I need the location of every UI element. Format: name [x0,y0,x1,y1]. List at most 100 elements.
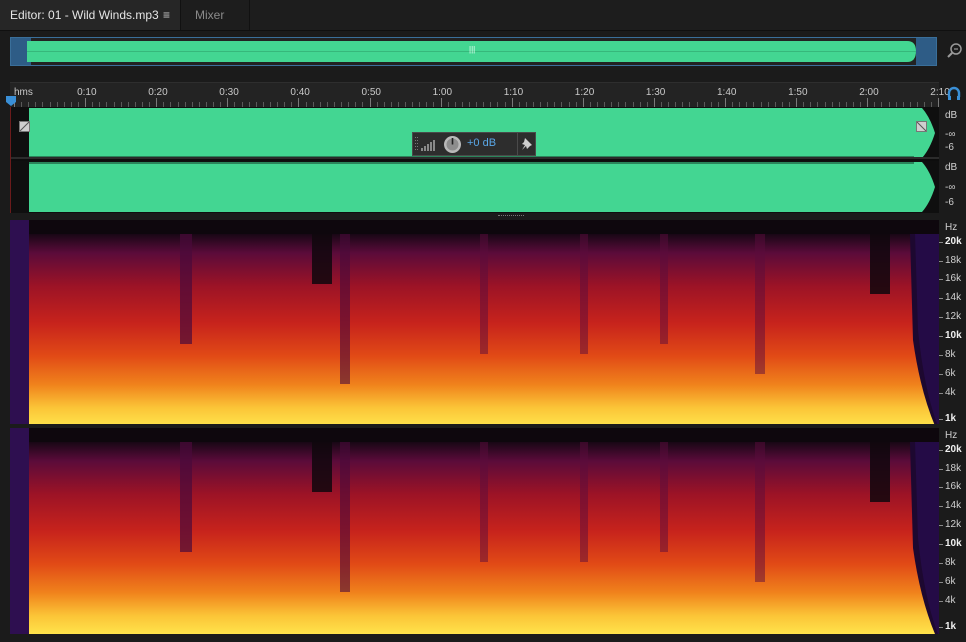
hud-separator [517,133,518,155]
ruler-label: 0:50 [361,87,381,98]
hz-label: 14k [945,292,962,303]
tab-bar: Editor: 01 - Wild Winds.mp3 ≡ Mixer [0,0,966,31]
ruler-label: 1:40 [717,87,737,98]
hz-label: 14k [945,500,962,511]
hz-tick [939,242,943,243]
hz-label: 18k [945,255,962,266]
volume-hud[interactable]: +0 dB [412,132,536,156]
hz-tick [939,355,943,356]
hz-tick [939,544,943,545]
hz-tick [939,582,943,583]
hz-label: 20k [945,236,962,247]
hz-tick [939,563,943,564]
pin-icon[interactable] [521,137,533,151]
hz-tick [939,419,943,420]
hz-label: 12k [945,311,962,322]
fade-out-handle[interactable] [916,121,927,132]
db-label-6-left: -6 [945,142,954,153]
overview-center-marker[interactable]: ||| [469,45,475,54]
view-splitter[interactable] [10,213,939,219]
hz-label: 1k [945,413,957,424]
time-ruler[interactable]: hms 0:10 0:20 0:30 0:40 0:50 1:00 1:10 1:20 1:30 1… [10,82,950,107]
hz-tick [939,261,943,262]
hz-label: 10k [945,330,962,341]
ruler-major-tick [867,98,869,107]
volume-value[interactable]: +0 dB [467,137,496,149]
spectrogram-overlay-right [10,428,939,634]
ruler-major-tick [156,98,158,107]
ruler-major-tick [582,98,584,107]
hz-label: 8k [945,349,956,360]
ruler-major-tick [653,98,655,107]
hz-label: 4k [945,387,956,398]
spectral-display-right[interactable] [10,428,939,634]
hz-label: Hz [945,430,958,441]
hz-tick [939,317,943,318]
ruler-label: 1:00 [432,87,453,98]
db-unit-label-right: dB [945,162,958,173]
loop-playback-icon[interactable] [946,86,962,102]
hz-label: 1k [945,621,957,632]
fade-in-icon [20,122,29,131]
db-label-6-right: -6 [945,197,954,208]
hz-tick [939,525,943,526]
waveform-left-edge [10,107,11,213]
volume-knob-icon[interactable] [443,135,462,154]
tab-menu-icon[interactable]: ≡ [163,0,170,30]
hz-label: 8k [945,557,956,568]
ruler-major-tick [938,98,940,107]
ruler-label: 1:50 [788,87,808,98]
ruler-label: 0:10 [77,87,97,98]
hz-tick [939,393,943,394]
level-meter-icon [421,140,435,151]
hz-label: 20k [945,444,962,455]
hz-tick [939,469,943,470]
ruler-major-tick [511,98,513,107]
waveform-display[interactable] [10,107,939,213]
hz-scale-left: Hz 20k 18k 16k 14k 12k 10k 8k 6k 4k 1k [939,220,966,426]
hz-tick [939,374,943,375]
ruler-label: 2:00 [859,87,879,98]
ruler-major-tick [85,98,87,107]
hz-label: 6k [945,368,956,379]
ruler-major-tick [440,98,442,107]
hz-tick [939,487,943,488]
spectral-display-left[interactable] [10,220,939,426]
ruler-major-tick [796,98,798,107]
tab-editor[interactable]: Editor: 01 - Wild Winds.mp3 ≡ [0,0,181,30]
overview-handle-right[interactable] [916,38,936,65]
db-label-inf-left: -∞ [945,129,956,140]
overview-navigator[interactable]: ||| [10,37,937,66]
hz-tick [939,336,943,337]
playhead-marker-icon[interactable] [5,94,17,106]
splitter-grip-icon[interactable] [498,215,524,218]
db-scale: dB -∞ -6 dB -∞ -6 [939,107,966,213]
hz-label: 18k [945,463,962,474]
ruler-major-tick [298,98,300,107]
hz-tick [939,450,943,451]
hz-tick [939,279,943,280]
fade-in-handle[interactable] [19,121,30,132]
ruler-label: 0:40 [290,87,310,98]
tab-mixer[interactable]: Mixer [184,0,250,30]
zoom-magnifier-icon[interactable] [946,40,964,60]
tab-editor-label: Editor: 01 - Wild Winds.mp3 [10,8,159,22]
hz-label: 16k [945,273,962,284]
ruler-label: 1:10 [503,87,524,98]
hz-tick [939,601,943,602]
ruler-label: 1:30 [645,87,666,98]
hz-label: 4k [945,595,956,606]
hz-label: 10k [945,538,962,549]
ruler-label: 0:30 [219,87,239,98]
ruler-major-tick [227,98,229,107]
hz-tick [939,506,943,507]
db-label-inf-right: -∞ [945,182,956,193]
waveform-channel-right[interactable] [10,161,939,213]
hud-grip-icon[interactable] [415,137,418,151]
hz-label: 6k [945,576,956,587]
ruler-label: 0:20 [148,87,168,98]
hz-tick [939,298,943,299]
spectrogram-overlay-left [10,220,939,426]
hz-label: Hz [945,222,958,233]
hz-label: 16k [945,481,962,492]
